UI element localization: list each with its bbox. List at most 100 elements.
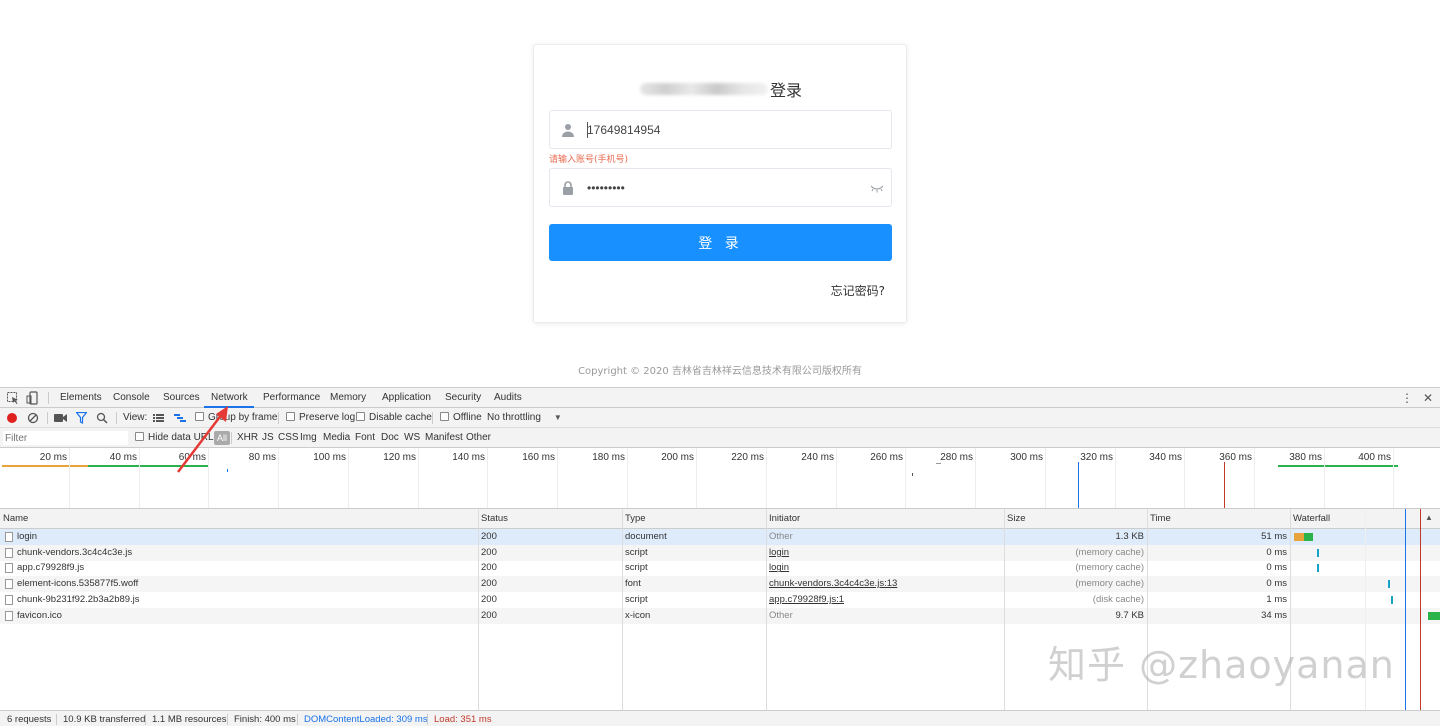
search-icon[interactable]: [96, 412, 108, 424]
tab-console[interactable]: Console: [113, 388, 150, 408]
table-row[interactable]: element-icons.535877f5.woff 200 font chunk-…: [0, 576, 1440, 593]
overview-grid-line: [627, 448, 628, 508]
column-header-status[interactable]: Status: [478, 509, 508, 529]
waterfall-bar[interactable]: [1317, 564, 1319, 573]
request-name[interactable]: favicon.ico: [17, 608, 472, 624]
file-icon: [5, 579, 13, 590]
tab-performance[interactable]: Performance: [263, 388, 320, 408]
overview-grid-line: [766, 448, 767, 508]
password-field[interactable]: [549, 168, 892, 207]
clear-icon[interactable]: [27, 412, 39, 424]
copyright-text: Copyright © 2020 吉林省吉林祥云信息技术有限公司版权所有: [578, 366, 862, 377]
forgot-password-link[interactable]: 忘记密码?: [831, 282, 885, 299]
large-rows-icon[interactable]: [153, 414, 164, 422]
login-button[interactable]: 登 录: [549, 224, 892, 261]
request-initiator[interactable]: chunk-vendors.3c4c4c3e.js:13: [769, 576, 999, 592]
request-initiator[interactable]: app.c79928f9.js:1: [769, 592, 999, 608]
request-name[interactable]: element-icons.535877f5.woff: [17, 576, 472, 592]
overview-tick-label: 100 ms: [313, 452, 346, 463]
tab-network[interactable]: Network: [204, 388, 254, 408]
tab-security[interactable]: Security: [445, 388, 481, 408]
finish-time: Finish: 400 ms: [234, 714, 296, 725]
overview-tick-label: 360 ms: [1219, 452, 1252, 463]
waterfall-bar[interactable]: [1304, 533, 1313, 541]
request-size: (disk cache): [1092, 593, 1144, 605]
request-initiator[interactable]: login: [769, 545, 999, 561]
waterfall-bar[interactable]: [1388, 580, 1390, 589]
table-row[interactable]: favicon.ico 200 x-icon Other 9.7 KB 34 ms: [0, 607, 1440, 624]
filter-type-doc[interactable]: Doc: [381, 428, 399, 448]
device-toolbar-icon[interactable]: [26, 391, 40, 405]
filter-type-other[interactable]: Other: [466, 428, 491, 448]
request-size: (memory cache): [1075, 562, 1144, 574]
tab-application[interactable]: Application: [382, 388, 431, 408]
tab-sources[interactable]: Sources: [163, 388, 200, 408]
password-input[interactable]: [587, 176, 857, 200]
tab-elements[interactable]: Elements: [60, 388, 102, 408]
throttling-select[interactable]: No throttling ▼: [487, 408, 562, 428]
sort-ascending-icon[interactable]: ▲: [1425, 513, 1433, 522]
request-type: document: [625, 531, 667, 542]
request-initiator[interactable]: login: [769, 560, 999, 576]
filter-type-xhr[interactable]: XHR: [237, 428, 258, 448]
preserve-log-checkbox[interactable]: Preserve log: [286, 408, 355, 428]
filter-type-ws[interactable]: WS: [404, 428, 420, 448]
column-header-name[interactable]: Name: [0, 509, 28, 529]
column-header-type[interactable]: Type: [622, 509, 646, 529]
overview-tick-label: 240 ms: [801, 452, 834, 463]
account-field[interactable]: [549, 110, 892, 149]
account-input[interactable]: [587, 118, 857, 142]
filter-type-js[interactable]: JS: [262, 428, 274, 448]
waterfall-bar[interactable]: [1294, 533, 1304, 541]
filter-type-manifest[interactable]: Manifest: [425, 428, 463, 448]
disable-cache-checkbox[interactable]: Disable cache: [356, 408, 432, 428]
table-row[interactable]: login 200 document Other 1.3 KB 51 ms: [0, 529, 1440, 545]
filter-type-font[interactable]: Font: [355, 428, 375, 448]
column-header-size[interactable]: Size: [1004, 509, 1025, 529]
status-separator: [297, 714, 298, 725]
table-row[interactable]: chunk-vendors.3c4c4c3e.js 200 script login (…: [0, 544, 1440, 561]
request-name[interactable]: app.c79928f9.js: [17, 560, 472, 576]
network-overview-timeline[interactable]: 20 ms 40 ms 60 ms 80 ms 100 ms 120 ms 140 ms 16…: [0, 448, 1440, 509]
filter-input[interactable]: [3, 431, 128, 445]
eye-closed-icon[interactable]: [870, 182, 884, 194]
status-separator: [427, 714, 428, 725]
tab-audits[interactable]: Audits: [494, 388, 522, 408]
more-options-icon[interactable]: ⋮: [1400, 391, 1414, 405]
record-icon[interactable]: [7, 413, 17, 423]
request-size: 9.7 KB: [1115, 609, 1144, 621]
table-row[interactable]: chunk-9b231f92.2b3a2b89.js 200 script app.c…: [0, 592, 1440, 608]
close-devtools-icon[interactable]: ✕: [1421, 391, 1435, 405]
request-name[interactable]: chunk-9b231f92.2b3a2b89.js: [17, 592, 472, 608]
table-row[interactable]: app.c79928f9.js 200 script login (memory cac…: [0, 560, 1440, 576]
toolbar-separator: [116, 412, 117, 424]
request-name[interactable]: chunk-vendors.3c4c4c3e.js: [17, 545, 472, 561]
overview-tick-label: 280 ms: [940, 452, 973, 463]
filter-type-media[interactable]: Media: [323, 428, 350, 448]
request-type: script: [625, 593, 648, 605]
waterfall-bar[interactable]: [1428, 611, 1440, 620]
filter-type-css[interactable]: CSS: [278, 428, 299, 448]
request-name[interactable]: login: [17, 529, 472, 545]
hide-data-urls-checkbox[interactable]: Hide data URLs: [135, 428, 219, 448]
waterfall-bar[interactable]: [1391, 595, 1393, 604]
filter-icon[interactable]: [76, 412, 87, 424]
column-header-initiator[interactable]: Initiator: [766, 509, 800, 529]
tab-memory[interactable]: Memory: [330, 388, 366, 408]
overview-bar: [936, 463, 941, 464]
blurred-brand-name: [639, 83, 768, 95]
camera-icon[interactable]: [54, 413, 67, 423]
group-by-frame-checkbox[interactable]: Group by frame: [195, 408, 277, 428]
column-header-waterfall[interactable]: Waterfall: [1290, 509, 1330, 529]
request-status: 200: [481, 578, 497, 590]
overview-tick-label: 320 ms: [1080, 452, 1113, 463]
request-size: (memory cache): [1075, 546, 1144, 558]
waterfall-view-icon[interactable]: [174, 413, 186, 423]
offline-checkbox[interactable]: Offline: [440, 408, 482, 428]
filter-type-all[interactable]: All: [214, 431, 231, 445]
column-header-time[interactable]: Time: [1147, 509, 1171, 529]
filter-type-img[interactable]: Img: [300, 428, 317, 448]
waterfall-bar[interactable]: [1317, 548, 1319, 557]
column-divider: [478, 509, 479, 710]
inspect-element-icon[interactable]: [6, 391, 20, 405]
